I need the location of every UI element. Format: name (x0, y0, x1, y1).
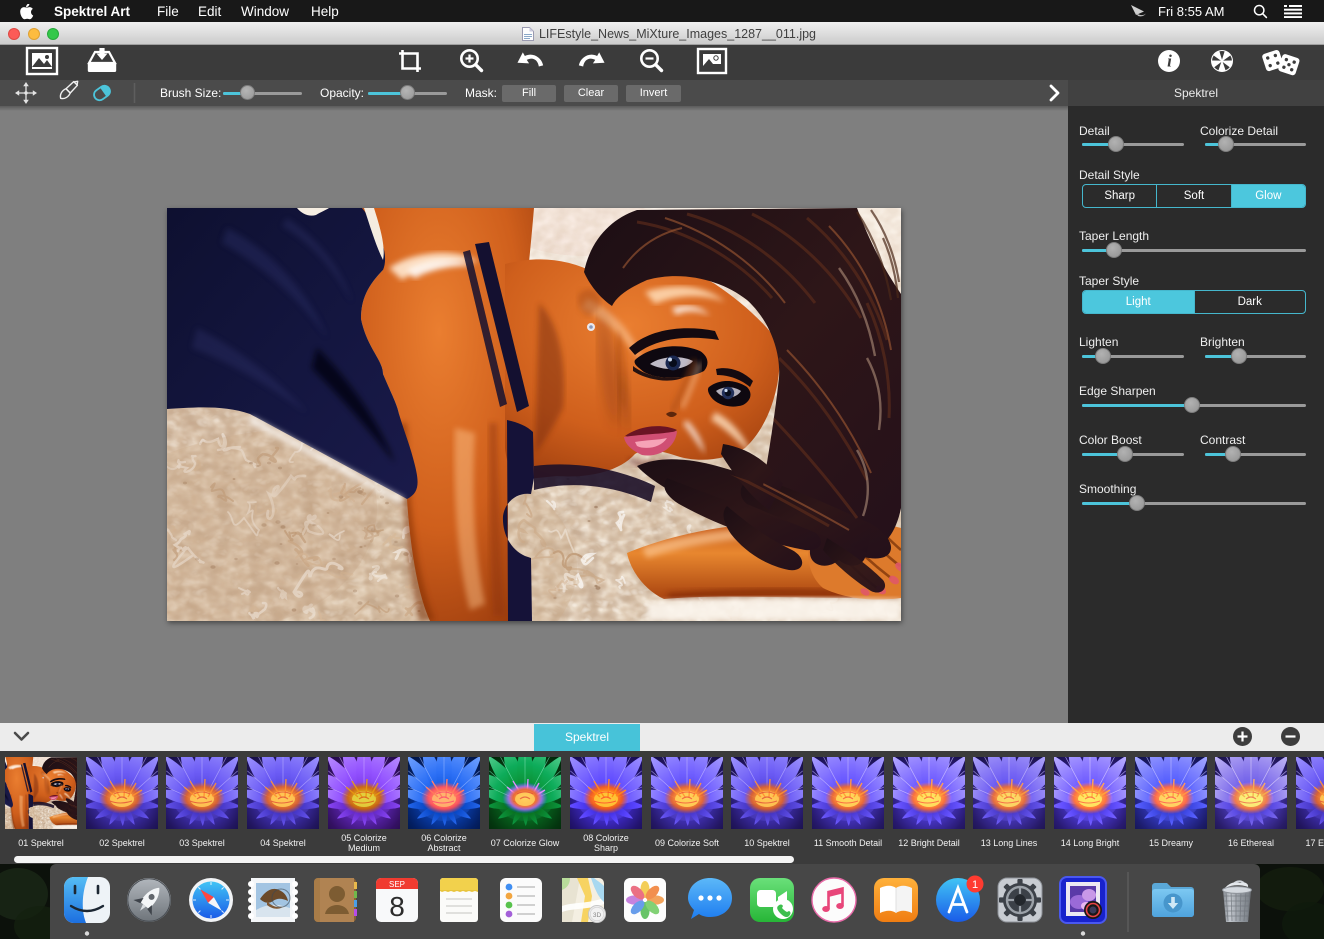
svg-text:3D: 3D (593, 912, 602, 919)
svg-text:SEP: SEP (389, 880, 405, 889)
svg-text:1: 1 (972, 879, 978, 891)
svg-text:i: i (1167, 52, 1172, 71)
svg-text:8: 8 (389, 891, 405, 922)
